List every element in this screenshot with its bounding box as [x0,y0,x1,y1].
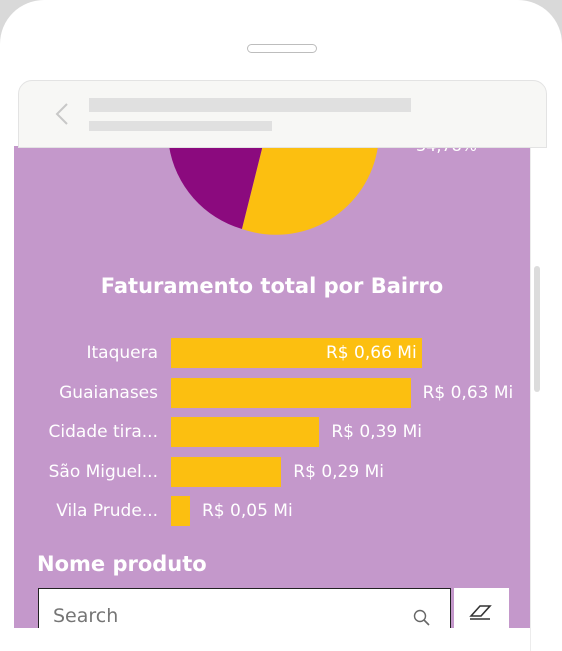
bar[interactable] [171,496,190,526]
data-label: R$ 0,39 Mi [331,422,422,442]
scrollbar-thumb[interactable] [534,266,540,392]
subtitle-placeholder [89,121,272,131]
bar-row[interactable]: Guaianases R$ 0,63 Mi [14,377,530,408]
slicer-title: Nome produto [37,552,207,576]
data-label: R$ 0,29 Mi [293,461,384,482]
data-label: R$ 0,63 Mi [422,382,514,403]
chart-title: Faturamento total por Bairro [100,274,444,298]
bar-row[interactable]: Vila Prude... R$ 0,05 Mi [14,496,530,526]
phone-frame: 34,78% Faturamento total por Bairro Itaq… [0,0,562,651]
chevron-left-icon[interactable] [49,99,77,129]
bar-row[interactable]: São Miguel... R$ 0,29 Mi [14,456,530,487]
title-placeholder [89,98,411,112]
bar-row[interactable]: Itaquera R$ 0,66 Mi [14,338,530,368]
report-header [18,80,547,148]
search-icon[interactable] [413,609,431,627]
bar[interactable] [171,417,320,447]
category-label: Itaquera [86,343,158,363]
search-input[interactable] [53,605,383,627]
data-label: R$ 0,05 Mi [202,501,293,521]
pie-chart [169,146,378,235]
pie-slice-primary [242,146,378,235]
category-label: Guaianases [59,382,158,403]
bar[interactable] [171,377,411,408]
category-label: São Miguel... [48,461,158,482]
bar-row[interactable]: Cidade tira... R$ 0,39 Mi [14,417,530,447]
search-box[interactable] [38,588,451,628]
bar[interactable] [171,456,282,487]
drag-handle[interactable] [247,44,317,53]
report-canvas: 34,78% Faturamento total por Bairro Itaq… [14,146,530,628]
category-label: Vila Prude... [56,501,158,521]
data-label: R$ 0,66 Mi [326,343,417,363]
category-label: Cidade tira... [48,422,158,442]
eraser-icon [469,605,492,620]
scrollbar-track[interactable] [530,146,545,651]
clear-selection-button[interactable] [454,588,509,628]
